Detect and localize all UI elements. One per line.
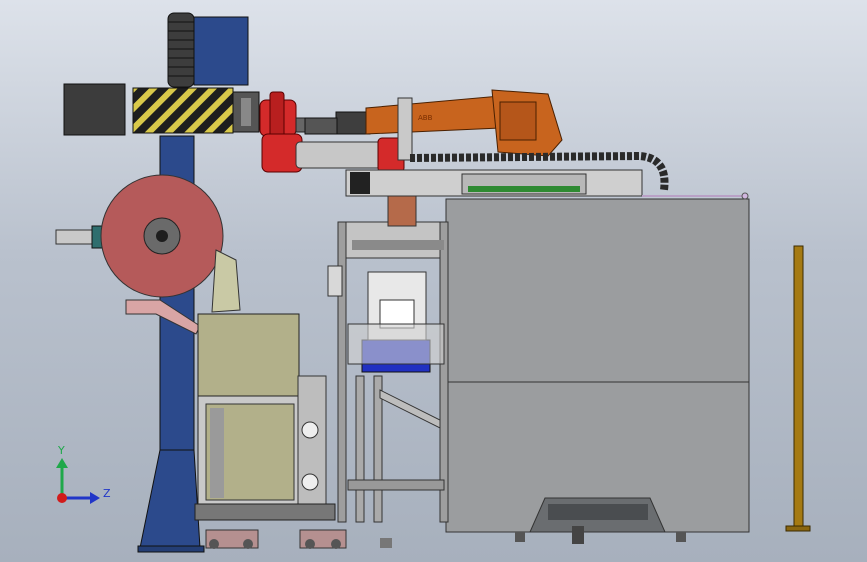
y-axis-arrowhead: [56, 458, 68, 468]
hazard-stripe-housing: [132, 87, 260, 134]
tread-wheel: [167, 12, 195, 88]
khaki-cabinet: [194, 313, 336, 521]
coordinate-triad: Y Z: [56, 444, 111, 504]
tape-reel: [55, 174, 241, 313]
main-enclosure: [445, 198, 750, 544]
cad-viewport[interactable]: ABB Y Z: [0, 0, 867, 562]
x-axis-origin: [57, 493, 67, 503]
assembly-drawing[interactable]: ABB Y Z: [0, 0, 867, 562]
linear-gantry: [345, 169, 749, 200]
dark-box: [63, 83, 126, 136]
z-axis-label: Z: [103, 487, 111, 500]
gold-post: [785, 245, 811, 532]
z-axis-arrowhead: [90, 492, 100, 504]
y-axis-label: Y: [57, 444, 65, 457]
robot-logo: ABB: [418, 114, 433, 122]
middle-frame: [327, 195, 449, 523]
casters: [205, 529, 392, 549]
